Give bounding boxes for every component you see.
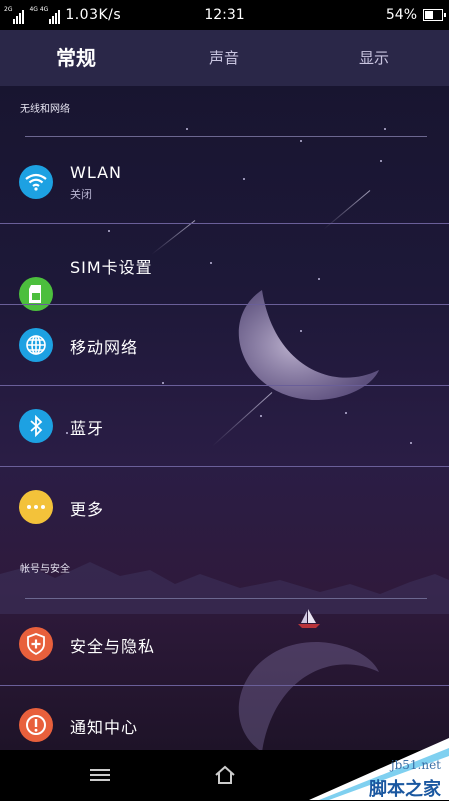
settings-item-security[interactable]: 安全与隐私	[0, 605, 449, 685]
star-decoration	[384, 128, 386, 130]
settings-screen: 常规 声音 显示 无线和网络 WLAN 关闭 SIM卡设置 移动网络 蓝牙 更多…	[0, 30, 449, 750]
home-icon[interactable]	[205, 760, 245, 790]
more-dots-icon	[19, 490, 53, 524]
section-divider	[25, 136, 427, 137]
settings-item-label: WLAN	[70, 163, 123, 182]
settings-item-mobile-network[interactable]: 移动网络	[0, 305, 449, 385]
settings-item-sim[interactable]: SIM卡设置	[0, 224, 449, 311]
star-decoration	[186, 128, 188, 130]
settings-item-label: SIM卡设置	[70, 258, 153, 277]
settings-item-more[interactable]: 更多	[0, 467, 449, 547]
alert-icon	[19, 708, 53, 742]
settings-item-label: 更多	[70, 500, 105, 519]
tab-display[interactable]: 显示	[324, 30, 424, 86]
settings-item-label: 通知中心	[70, 718, 139, 737]
settings-item-status: 关闭	[70, 188, 92, 201]
bluetooth-icon	[19, 409, 53, 443]
battery-icon	[423, 9, 446, 21]
wifi-icon	[19, 165, 53, 199]
settings-item-wlan[interactable]: WLAN 关闭	[0, 143, 449, 223]
settings-item-label: 安全与隐私	[70, 637, 156, 656]
menu-icon[interactable]	[80, 760, 120, 790]
watermark-site: jb51.net	[390, 758, 441, 772]
shield-plus-icon	[19, 627, 53, 661]
signal-icon-sim1: 2G	[4, 6, 25, 24]
network-type-label: 2G	[4, 6, 13, 13]
settings-item-label: 移动网络	[70, 338, 139, 357]
mountains-decoration	[0, 562, 449, 614]
tab-general[interactable]: 常规	[26, 30, 126, 86]
tab-bar: 常规 声音 显示	[0, 30, 449, 86]
section-title-wireless: 无线和网络	[20, 104, 70, 115]
star-decoration	[300, 140, 302, 142]
tab-sound[interactable]: 声音	[174, 30, 274, 86]
section-title-account: 帐号与安全	[20, 564, 70, 575]
signal-icon-sim2: 4G 4G	[29, 6, 61, 24]
settings-item-label: 蓝牙	[70, 419, 105, 438]
battery-indicator: 54%	[385, 7, 446, 23]
globe-icon	[19, 328, 53, 362]
settings-item-bluetooth[interactable]: 蓝牙	[0, 386, 449, 466]
battery-percent: 54%	[385, 7, 417, 23]
section-divider	[25, 598, 427, 599]
network-type-label-2: 4G 4G	[29, 6, 49, 13]
network-speed: 1.03K/s	[65, 7, 122, 23]
watermark-name: 脚本之家	[369, 779, 441, 800]
status-bar: 2G 4G 4G 1.03K/s 12:31 54%	[0, 0, 449, 30]
